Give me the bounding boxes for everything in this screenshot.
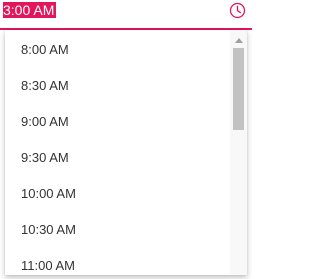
time-options-list: 8:00 AM 8:30 AM 9:00 AM 9:30 AM 10:00 AM…	[5, 30, 231, 275]
time-option-item[interactable]: 10:00 AM	[5, 176, 231, 212]
time-input-field[interactable]: 3:00 AM	[0, 0, 252, 30]
time-option-item[interactable]: 8:30 AM	[5, 68, 231, 104]
time-input-value[interactable]: 3:00 AM	[3, 2, 57, 18]
time-option-item[interactable]: 8:00 AM	[5, 32, 231, 68]
timepicker: 3:00 AM 8:00 AM 8:30 AM 9:00 AM 9:30 AM …	[0, 0, 252, 279]
scrollbar-thumb[interactable]	[233, 48, 244, 130]
time-option-item[interactable]: 10:30 AM	[5, 212, 231, 248]
time-option-item[interactable]: 11:00 AM	[5, 248, 231, 275]
time-option-item[interactable]: 9:30 AM	[5, 140, 231, 176]
scroll-up-arrow-icon[interactable]	[235, 38, 243, 43]
time-dropdown-popup: 8:00 AM 8:30 AM 9:00 AM 9:30 AM 10:00 AM…	[5, 30, 247, 275]
scrollbar[interactable]	[230, 30, 247, 275]
clock-icon[interactable]	[229, 2, 246, 19]
time-option-item[interactable]: 9:00 AM	[5, 104, 231, 140]
